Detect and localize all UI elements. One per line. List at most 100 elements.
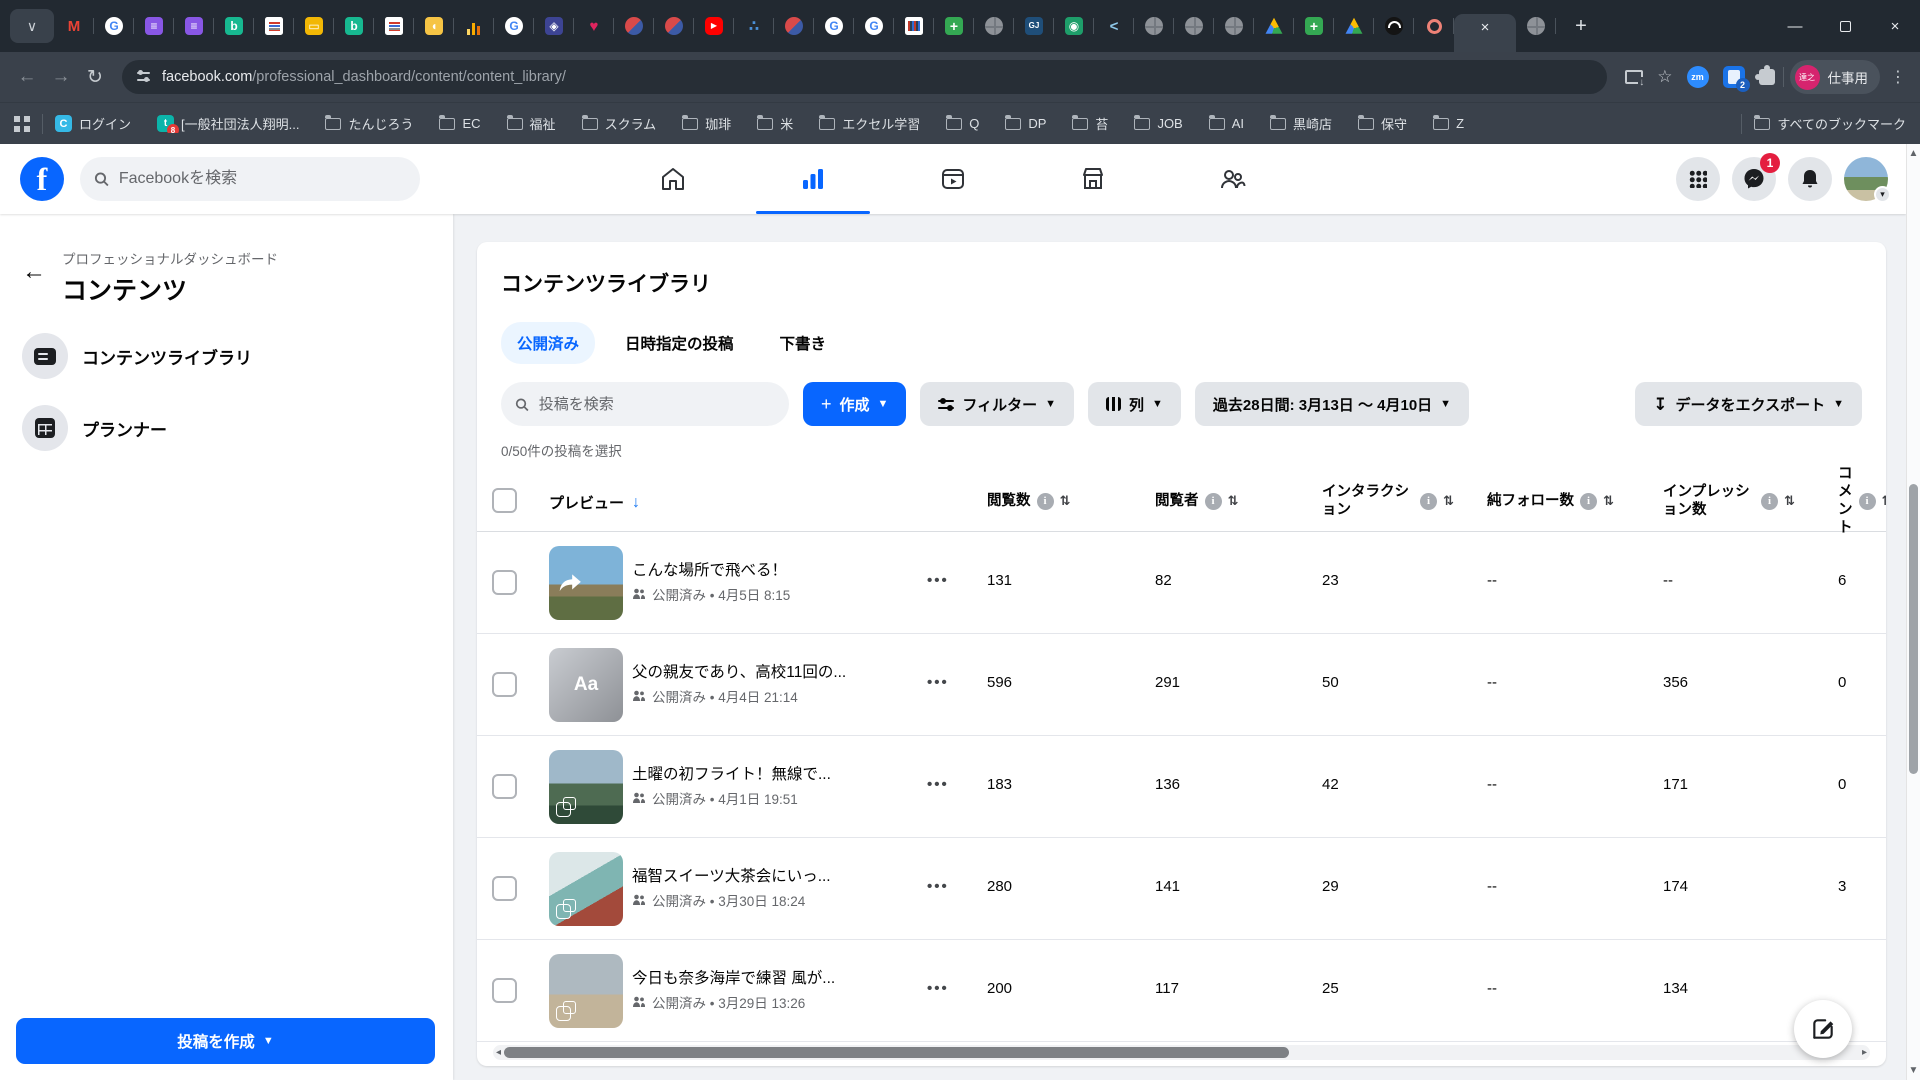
nav-insights-icon[interactable]: [748, 144, 878, 214]
maximize-button[interactable]: [1820, 0, 1870, 52]
nav-video-icon[interactable]: [888, 144, 1018, 214]
compose-fab[interactable]: [1794, 1000, 1852, 1058]
tab-scheduled[interactable]: 日時指定の投稿: [609, 322, 750, 364]
nav-home-icon[interactable]: [608, 144, 738, 214]
sidebar-item-planner[interactable]: プランナー: [22, 405, 453, 451]
browser-tab-drive[interactable]: [1254, 8, 1294, 44]
bookmark-folder[interactable]: AI: [1209, 116, 1244, 131]
browser-tab-webpage[interactable]: [254, 8, 294, 44]
info-icon[interactable]: i: [1761, 493, 1778, 510]
post-thumbnail[interactable]: [549, 954, 623, 1028]
browser-tab-globe[interactable]: [1174, 8, 1214, 44]
date-range-button[interactable]: 過去28日間: 3月13日 ～ 4月10日 ▼: [1195, 382, 1469, 426]
post-title[interactable]: 土曜の初フライト！無線で...: [632, 762, 912, 784]
row-menu-button[interactable]: •••: [927, 776, 949, 793]
create-button[interactable]: + 作成 ▼: [803, 382, 906, 426]
info-icon[interactable]: i: [1580, 493, 1597, 510]
create-post-button[interactable]: 投稿を作成▼: [16, 1018, 435, 1064]
doc-extension-icon[interactable]: 2: [1723, 66, 1745, 88]
apps-grid-icon[interactable]: [14, 116, 30, 132]
filter-button[interactable]: フィルター ▼: [920, 382, 1074, 426]
bookmark-folder[interactable]: 米: [757, 114, 793, 133]
browser-tab-sheets[interactable]: +: [934, 8, 974, 44]
browser-tab-crest[interactable]: ◈: [534, 8, 574, 44]
browser-tab-gj[interactable]: GJ: [1014, 8, 1054, 44]
export-button[interactable]: ↧ データをエクスポート ▼: [1635, 382, 1862, 426]
browser-tab-google[interactable]: G: [94, 8, 134, 44]
browser-tab-purple-app[interactable]: ≡: [174, 8, 214, 44]
post-title[interactable]: 今日も奈多海岸で練習 風が...: [632, 966, 912, 988]
browser-tab-arc-app[interactable]: [1374, 8, 1414, 44]
post-title[interactable]: 父の親友であり、高校11回の...: [632, 660, 912, 682]
page-scrollbar-thumb[interactable]: [1909, 484, 1918, 774]
browser-tab-record[interactable]: [1414, 8, 1454, 44]
minimize-button[interactable]: —: [1770, 0, 1820, 52]
close-button[interactable]: ×: [1870, 0, 1920, 52]
browser-tab-network[interactable]: ∴: [734, 8, 774, 44]
facebook-search[interactable]: [80, 157, 420, 201]
tab-published[interactable]: 公開済み: [501, 322, 595, 364]
browser-tab-angle[interactable]: <: [1094, 8, 1134, 44]
sidebar-item-content-library[interactable]: コンテンツライブラリ: [22, 333, 453, 379]
bookmark-folder[interactable]: Q: [946, 116, 979, 131]
browser-tab-globe[interactable]: [1214, 8, 1254, 44]
address-bar[interactable]: facebook.com/professional_dashboard/cont…: [122, 60, 1607, 94]
row-menu-button[interactable]: •••: [927, 878, 949, 895]
page-scrollbar[interactable]: ▲ ▼: [1906, 144, 1920, 1080]
browser-tab-mascot[interactable]: [774, 8, 814, 44]
bookmark-folder[interactable]: EC: [439, 116, 480, 131]
account-avatar[interactable]: ▾: [1844, 157, 1888, 201]
install-icon[interactable]: [1625, 70, 1643, 84]
browser-menu-icon[interactable]: ⋮: [1886, 67, 1910, 87]
columns-button[interactable]: 列 ▼: [1088, 382, 1181, 426]
browser-tab-green-emblem[interactable]: ◉: [1054, 8, 1094, 44]
browser-tab-gmail[interactable]: M: [54, 8, 94, 44]
horizontal-scrollbar[interactable]: ◂ ▸: [493, 1045, 1870, 1060]
bookmark-folder[interactable]: スクラム: [582, 114, 657, 133]
column-header-4[interactable]: 純フォロー数i⇅: [1487, 470, 1614, 532]
preview-column-header[interactable]: プレビュー ↓: [549, 492, 640, 513]
scroll-up-icon[interactable]: ▲: [1907, 148, 1920, 159]
post-thumbnail[interactable]: [549, 852, 623, 926]
browser-tab-facebook-active[interactable]: ×: [1454, 14, 1516, 52]
nav-groups-icon[interactable]: [1168, 144, 1298, 214]
forward-button[interactable]: →: [44, 60, 78, 94]
post-thumbnail[interactable]: [549, 546, 623, 620]
info-icon[interactable]: i: [1859, 493, 1876, 510]
row-checkbox[interactable]: [492, 672, 517, 697]
browser-tab-jamnet[interactable]: [894, 8, 934, 44]
browser-tab-analytics[interactable]: [454, 8, 494, 44]
bookmark-folder[interactable]: 黒崎店: [1270, 114, 1332, 133]
scroll-right-icon[interactable]: ▸: [1859, 1047, 1870, 1058]
browser-tab-mascot[interactable]: [614, 8, 654, 44]
browser-tab-mascot[interactable]: [654, 8, 694, 44]
table-row[interactable]: 福智スイーツ大茶会にいっ...公開済み • 3月30日 18:24•••2801…: [477, 838, 1886, 940]
browser-tab-heart[interactable]: ♥: [574, 8, 614, 44]
column-header-1[interactable]: 閲覧数i⇅: [987, 470, 1070, 532]
info-icon[interactable]: i: [1205, 493, 1222, 510]
row-checkbox[interactable]: [492, 978, 517, 1003]
messenger-button[interactable]: 1: [1732, 157, 1776, 201]
bookmark-folder[interactable]: 保守: [1358, 114, 1407, 133]
browser-tab-google[interactable]: G: [494, 8, 534, 44]
row-checkbox[interactable]: [492, 774, 517, 799]
bookmark-item[interactable]: Cログイン: [55, 114, 131, 133]
bookmark-folder[interactable]: DP: [1005, 116, 1046, 131]
table-row[interactable]: 今日も奈多海岸で練習 風が...公開済み • 3月29日 13:26•••200…: [477, 940, 1886, 1042]
browser-tab-youtube[interactable]: ▶: [694, 8, 734, 44]
row-menu-button[interactable]: •••: [927, 980, 949, 997]
bookmark-folder[interactable]: 福祉: [507, 114, 556, 133]
table-row[interactable]: Aa父の親友であり、高校11回の...公開済み • 4月4日 21:14•••5…: [477, 634, 1886, 736]
table-row[interactable]: こんな場所で飛べる！公開済み • 4月5日 8:15•••1318223----…: [477, 532, 1886, 634]
browser-tab-sheets[interactable]: +: [1294, 8, 1334, 44]
post-thumbnail[interactable]: Aa: [549, 648, 623, 722]
bookmark-folder[interactable]: 苔: [1072, 114, 1108, 133]
table-row[interactable]: 土曜の初フライト！無線で...公開済み • 4月1日 19:51•••18313…: [477, 736, 1886, 838]
browser-tab-globe[interactable]: [1134, 8, 1174, 44]
post-title[interactable]: 福智スイーツ大茶会にいっ...: [632, 864, 912, 886]
row-checkbox[interactable]: [492, 570, 517, 595]
extensions-puzzle-icon[interactable]: [1759, 69, 1775, 85]
row-menu-button[interactable]: •••: [927, 572, 949, 589]
facebook-search-input[interactable]: [117, 169, 406, 189]
column-header-5[interactable]: インプレッション数i⇅: [1663, 470, 1795, 532]
